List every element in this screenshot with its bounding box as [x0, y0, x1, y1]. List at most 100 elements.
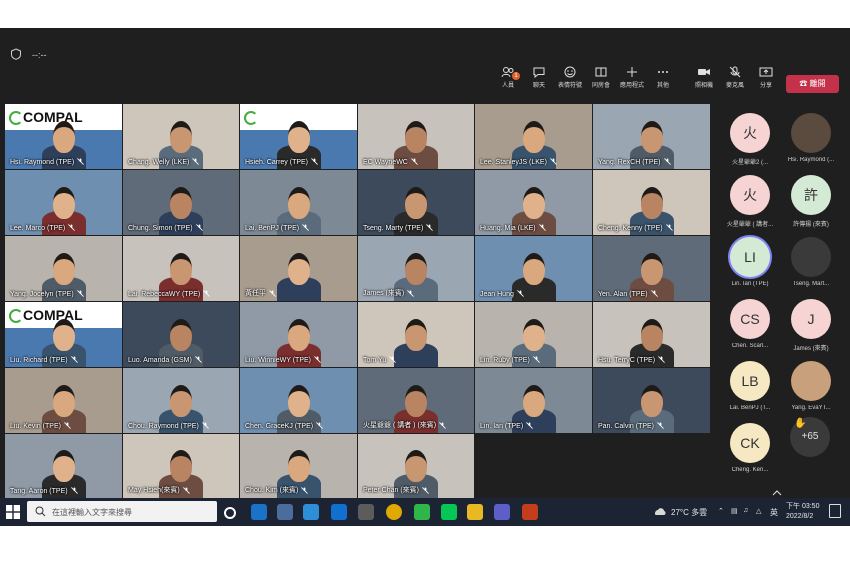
participant-avatar[interactable] — [791, 361, 831, 401]
participant-avatar[interactable]: 火 — [730, 113, 770, 153]
participant-avatar[interactable] — [791, 113, 831, 153]
mic-off-icon — [192, 158, 199, 165]
video-tile[interactable]: COMPAL Hsieh. Carrey (TPE) — [240, 104, 357, 169]
participant-face — [522, 187, 545, 219]
chrome-icon[interactable] — [386, 504, 402, 520]
participant-avatar[interactable]: 許 — [791, 175, 831, 215]
participant-avatar[interactable]: LB — [730, 361, 770, 401]
video-tile[interactable]: Chung. Simon (TPE) — [123, 170, 239, 235]
video-tile[interactable]: Yen. Alan (TPE) — [593, 236, 710, 301]
video-tile[interactable]: May Hsieh(來賓) — [123, 434, 239, 498]
video-tile[interactable]: Chou. Kim (來賓) — [240, 434, 357, 498]
video-tile[interactable]: COMPAL Hsi. Raymond (TPE) — [5, 104, 122, 169]
language-indicator[interactable]: 英 — [770, 507, 778, 518]
video-grid: COMPAL Hsi. Raymond (TPE) Chang. Welly (LK… — [5, 104, 710, 498]
video-tile[interactable]: Peter Chan (來賓) — [358, 434, 474, 498]
video-tile[interactable]: COMPAL Liu. Richard (TPE) — [5, 302, 122, 367]
reactions-button[interactable]: 表情符號 — [556, 66, 584, 89]
participant-avatar[interactable]: LI — [730, 237, 770, 277]
video-tile[interactable]: Lai. BenPJ (TPE) — [240, 170, 357, 235]
video-tile[interactable]: Yang. RexCH (TPE) — [593, 104, 710, 169]
powerpoint-icon[interactable] — [522, 504, 538, 520]
windows-start-icon[interactable] — [6, 505, 20, 519]
video-tile[interactable]: Lin. Ruby (TPE) — [475, 302, 592, 367]
video-tile[interactable]: Chou. Raymond (TPE) — [123, 368, 239, 433]
overflow-count: +65 — [801, 431, 819, 442]
tray-chevron-icon[interactable]: ⌃ — [718, 507, 724, 515]
network-icon[interactable]: ▤ — [731, 507, 738, 515]
folder-icon[interactable] — [467, 504, 483, 520]
app-icon[interactable] — [358, 504, 374, 520]
wifi-icon[interactable]: △ — [756, 507, 761, 515]
video-tile[interactable]: EC WayneWC — [358, 104, 474, 169]
video-tile[interactable]: 火星爺爺 ( 講者 ) (來賓) — [358, 368, 474, 433]
video-tile[interactable]: Chang. Welly (LKE) — [123, 104, 239, 169]
leave-button[interactable]: ☎ 離開 — [786, 75, 839, 93]
clock-time[interactable]: 下午 03:50 — [786, 501, 819, 511]
video-tile[interactable]: Tang. Aaron (TPE) — [5, 434, 122, 498]
participant-name: Peter Chan (來賓) — [363, 487, 420, 494]
participant-name: Liu. Richard (TPE) — [10, 357, 68, 364]
participant-face — [170, 121, 192, 153]
participant-face — [640, 187, 663, 219]
video-tile[interactable]: Hsu. TerryC (TPE) — [593, 302, 710, 367]
line-icon[interactable] — [441, 504, 457, 520]
search-icon — [35, 506, 46, 517]
video-tile[interactable]: 黃任平 — [240, 236, 357, 301]
video-tile[interactable]: Cheng. Kenny (TPE) — [593, 170, 710, 235]
teams-icon[interactable] — [494, 504, 510, 520]
more-button[interactable]: 其他 — [649, 66, 677, 89]
participant-avatar[interactable]: CK — [730, 423, 770, 463]
clock-date[interactable]: 2022/8/2 — [786, 513, 813, 520]
video-tile[interactable]: Tseng. Marty (TPE) — [358, 170, 474, 235]
participant-name: Yang. Jocelyn (TPE) — [10, 291, 74, 298]
wechat-icon[interactable] — [414, 504, 430, 520]
volume-icon[interactable]: ♫ — [743, 507, 748, 514]
video-tile[interactable]: Tom Yu — [358, 302, 474, 367]
participant-face — [52, 187, 75, 219]
mail-icon[interactable] — [277, 504, 293, 520]
participant-avatar[interactable]: J — [791, 299, 831, 339]
chat-button[interactable]: 聊天 — [525, 66, 553, 89]
video-tile[interactable]: Yang. Jocelyn (TPE) — [5, 236, 122, 301]
video-tile[interactable]: Pan. Calvin (TPE) — [593, 368, 710, 433]
video-tile[interactable]: Liu. WinnieWY (TPE) — [240, 302, 357, 367]
video-tile[interactable]: Liu. Kevin (TPE) — [5, 368, 122, 433]
video-tile[interactable]: Chen. GraceKJ (TPE) — [240, 368, 357, 433]
video-tile[interactable]: Lin. Ian (TPE) — [475, 368, 592, 433]
video-tile[interactable]: Lee. Marco (TPE) — [5, 170, 122, 235]
participant-avatar[interactable] — [791, 237, 831, 277]
participant-name: Lai. BenPJ (TPE) — [245, 225, 300, 232]
participant-avatar[interactable]: CS — [730, 299, 770, 339]
participant-name: Tang. Aaron (TPE) — [10, 488, 68, 495]
participant-face — [640, 385, 663, 417]
chevron-up-icon[interactable] — [757, 487, 797, 497]
ie-icon[interactable] — [303, 504, 319, 520]
video-tile[interactable]: Lee. StanleyJS (LKE) — [475, 104, 592, 169]
mic-label: 麥克風 — [725, 83, 744, 89]
video-tile[interactable]: Luo. Amanda (GSM) — [123, 302, 239, 367]
video-tile[interactable]: Lai. RebeccaWY (TPE) — [123, 236, 239, 301]
rooms-icon — [595, 67, 607, 77]
taskbar-search-box[interactable]: 在這裡輸入文字來搜尋 — [27, 501, 217, 522]
mic-button[interactable]: 麥克風 — [721, 66, 749, 89]
outlook-icon[interactable] — [331, 504, 347, 520]
participant-face — [170, 319, 192, 351]
notification-icon[interactable] — [829, 504, 841, 518]
video-tile[interactable]: James (來賓) — [358, 236, 474, 301]
rooms-button[interactable]: 同房會 — [587, 66, 615, 89]
participant-face — [52, 450, 75, 482]
apps-button[interactable]: 應用程式 — [618, 66, 646, 89]
participant-name: Chou. Kim (來賓) — [245, 487, 299, 494]
video-tile[interactable]: Jean Hung — [475, 236, 592, 301]
participant-face — [170, 385, 192, 417]
camera-button[interactable]: 照相機 — [690, 66, 718, 89]
participant-name: Lin. Ian (TPE) — [480, 423, 524, 430]
mic-off-icon — [311, 158, 318, 165]
cortana-icon[interactable] — [224, 507, 236, 519]
participant-avatar[interactable]: 火 — [730, 175, 770, 215]
share-button[interactable]: 分享 — [752, 66, 780, 89]
mic-off-icon — [426, 224, 433, 231]
edge-icon[interactable] — [251, 504, 267, 520]
video-tile[interactable]: Huang. Mia (LKE) — [475, 170, 592, 235]
